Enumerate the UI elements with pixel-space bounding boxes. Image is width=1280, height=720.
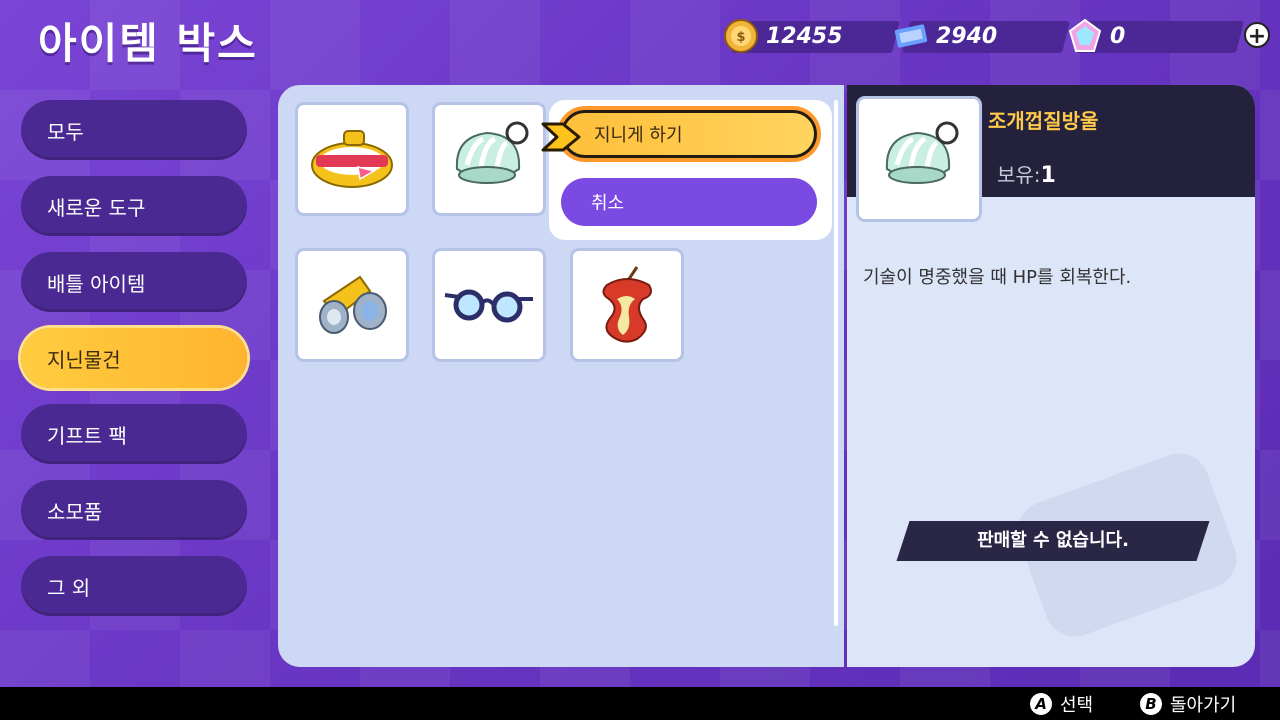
item-detail-panel: 조개껍질방울 보유:1 기술이 명중했을 때 HP를 회복한다. 판매할 수 없…	[847, 85, 1255, 667]
sidebar-item-label: 그 외	[47, 575, 91, 600]
sidebar-item-gift-packs[interactable]: 기프트 팩	[21, 404, 247, 464]
action-popup: 지니게 하기 취소	[541, 100, 832, 240]
ticket-amount: 2940	[936, 23, 998, 49]
ticket-currency: 2940	[892, 18, 1070, 54]
sidebar-item-consumables[interactable]: 소모품	[21, 480, 247, 540]
back-hint-label: 돌아가기	[1170, 695, 1237, 716]
apple-core-icon	[602, 266, 652, 343]
select-hint-label: 선택	[1060, 695, 1094, 716]
unsellable-label: 판매할 수 없습니다.	[977, 530, 1129, 551]
item-description: 기술이 명중했을 때 HP를 회복한다.	[863, 267, 1132, 288]
shell-bell-icon	[885, 121, 959, 184]
sidebar-item-other[interactable]: 그 외	[21, 556, 247, 616]
gem-amount: 0	[1110, 23, 1126, 49]
cancel-button[interactable]: 취소	[561, 178, 817, 226]
select-hint[interactable]: A 선택	[1030, 691, 1093, 717]
back-hint[interactable]: B 돌아가기	[1140, 691, 1236, 717]
sidebar-item-battle-items[interactable]: 배틀 아이템	[21, 252, 247, 312]
svg-text:$: $	[736, 30, 745, 45]
owned-label: 보유:	[997, 163, 1041, 187]
item-slot-scope-lens[interactable]	[298, 251, 406, 359]
owned-value: 1	[1040, 163, 1056, 188]
item-slot-shell-bell[interactable]	[435, 105, 543, 213]
grid-scrollbar[interactable]	[834, 100, 838, 626]
detail-thumbnail	[859, 99, 979, 219]
cancel-label: 취소	[591, 193, 625, 214]
sidebar-item-label: 모두	[47, 119, 84, 144]
selection-arrow-icon	[541, 122, 581, 152]
wise-glasses-icon	[444, 289, 533, 323]
scope-lens-icon	[319, 275, 387, 334]
coin-icon: $	[724, 19, 758, 53]
owned-count: 보유:1	[997, 159, 1056, 188]
b-button-icon: B	[1140, 693, 1162, 715]
gem-currency: 0	[1066, 18, 1244, 54]
hold-item-label: 지니게 하기	[594, 125, 683, 146]
sidebar-item-label: 배틀 아이템	[47, 271, 146, 296]
item-name: 조개껍질방울	[988, 109, 1099, 133]
shell-bell-icon	[455, 121, 529, 184]
page-title: 아이템 박스	[38, 19, 258, 68]
category-sidebar: 모두 새로운 도구 배틀 아이템 지닌물건 기프트 팩 소모품 그 외	[21, 100, 247, 632]
sidebar-item-label: 기프트 팩	[47, 423, 127, 448]
gem-icon	[1068, 18, 1102, 52]
ticket-icon	[894, 24, 928, 48]
item-slot-wise-glasses[interactable]	[435, 251, 543, 359]
sidebar-item-label: 지닌물건	[47, 347, 121, 372]
unsellable-notice: 판매할 수 없습니다.	[896, 521, 1210, 561]
item-slot-apple-core[interactable]	[573, 251, 681, 359]
add-currency-button[interactable]: +	[1244, 22, 1270, 49]
item-slot-muscle-band[interactable]	[298, 105, 406, 213]
sidebar-item-new-tools[interactable]: 새로운 도구	[21, 176, 247, 236]
button-hints-bar: A 선택 B 돌아가기	[0, 687, 1280, 720]
a-button-icon: A	[1030, 693, 1052, 715]
coin-currency: $ 12455	[722, 18, 900, 54]
sidebar-item-all[interactable]: 모두	[21, 100, 247, 160]
sidebar-item-label: 새로운 도구	[47, 195, 146, 220]
sidebar-item-held-items[interactable]: 지닌물건	[21, 328, 247, 388]
coin-amount: 12455	[766, 23, 843, 49]
hold-item-button[interactable]: 지니게 하기	[561, 110, 817, 158]
sidebar-item-label: 소모품	[47, 499, 103, 524]
muscle-band-icon	[311, 130, 393, 188]
